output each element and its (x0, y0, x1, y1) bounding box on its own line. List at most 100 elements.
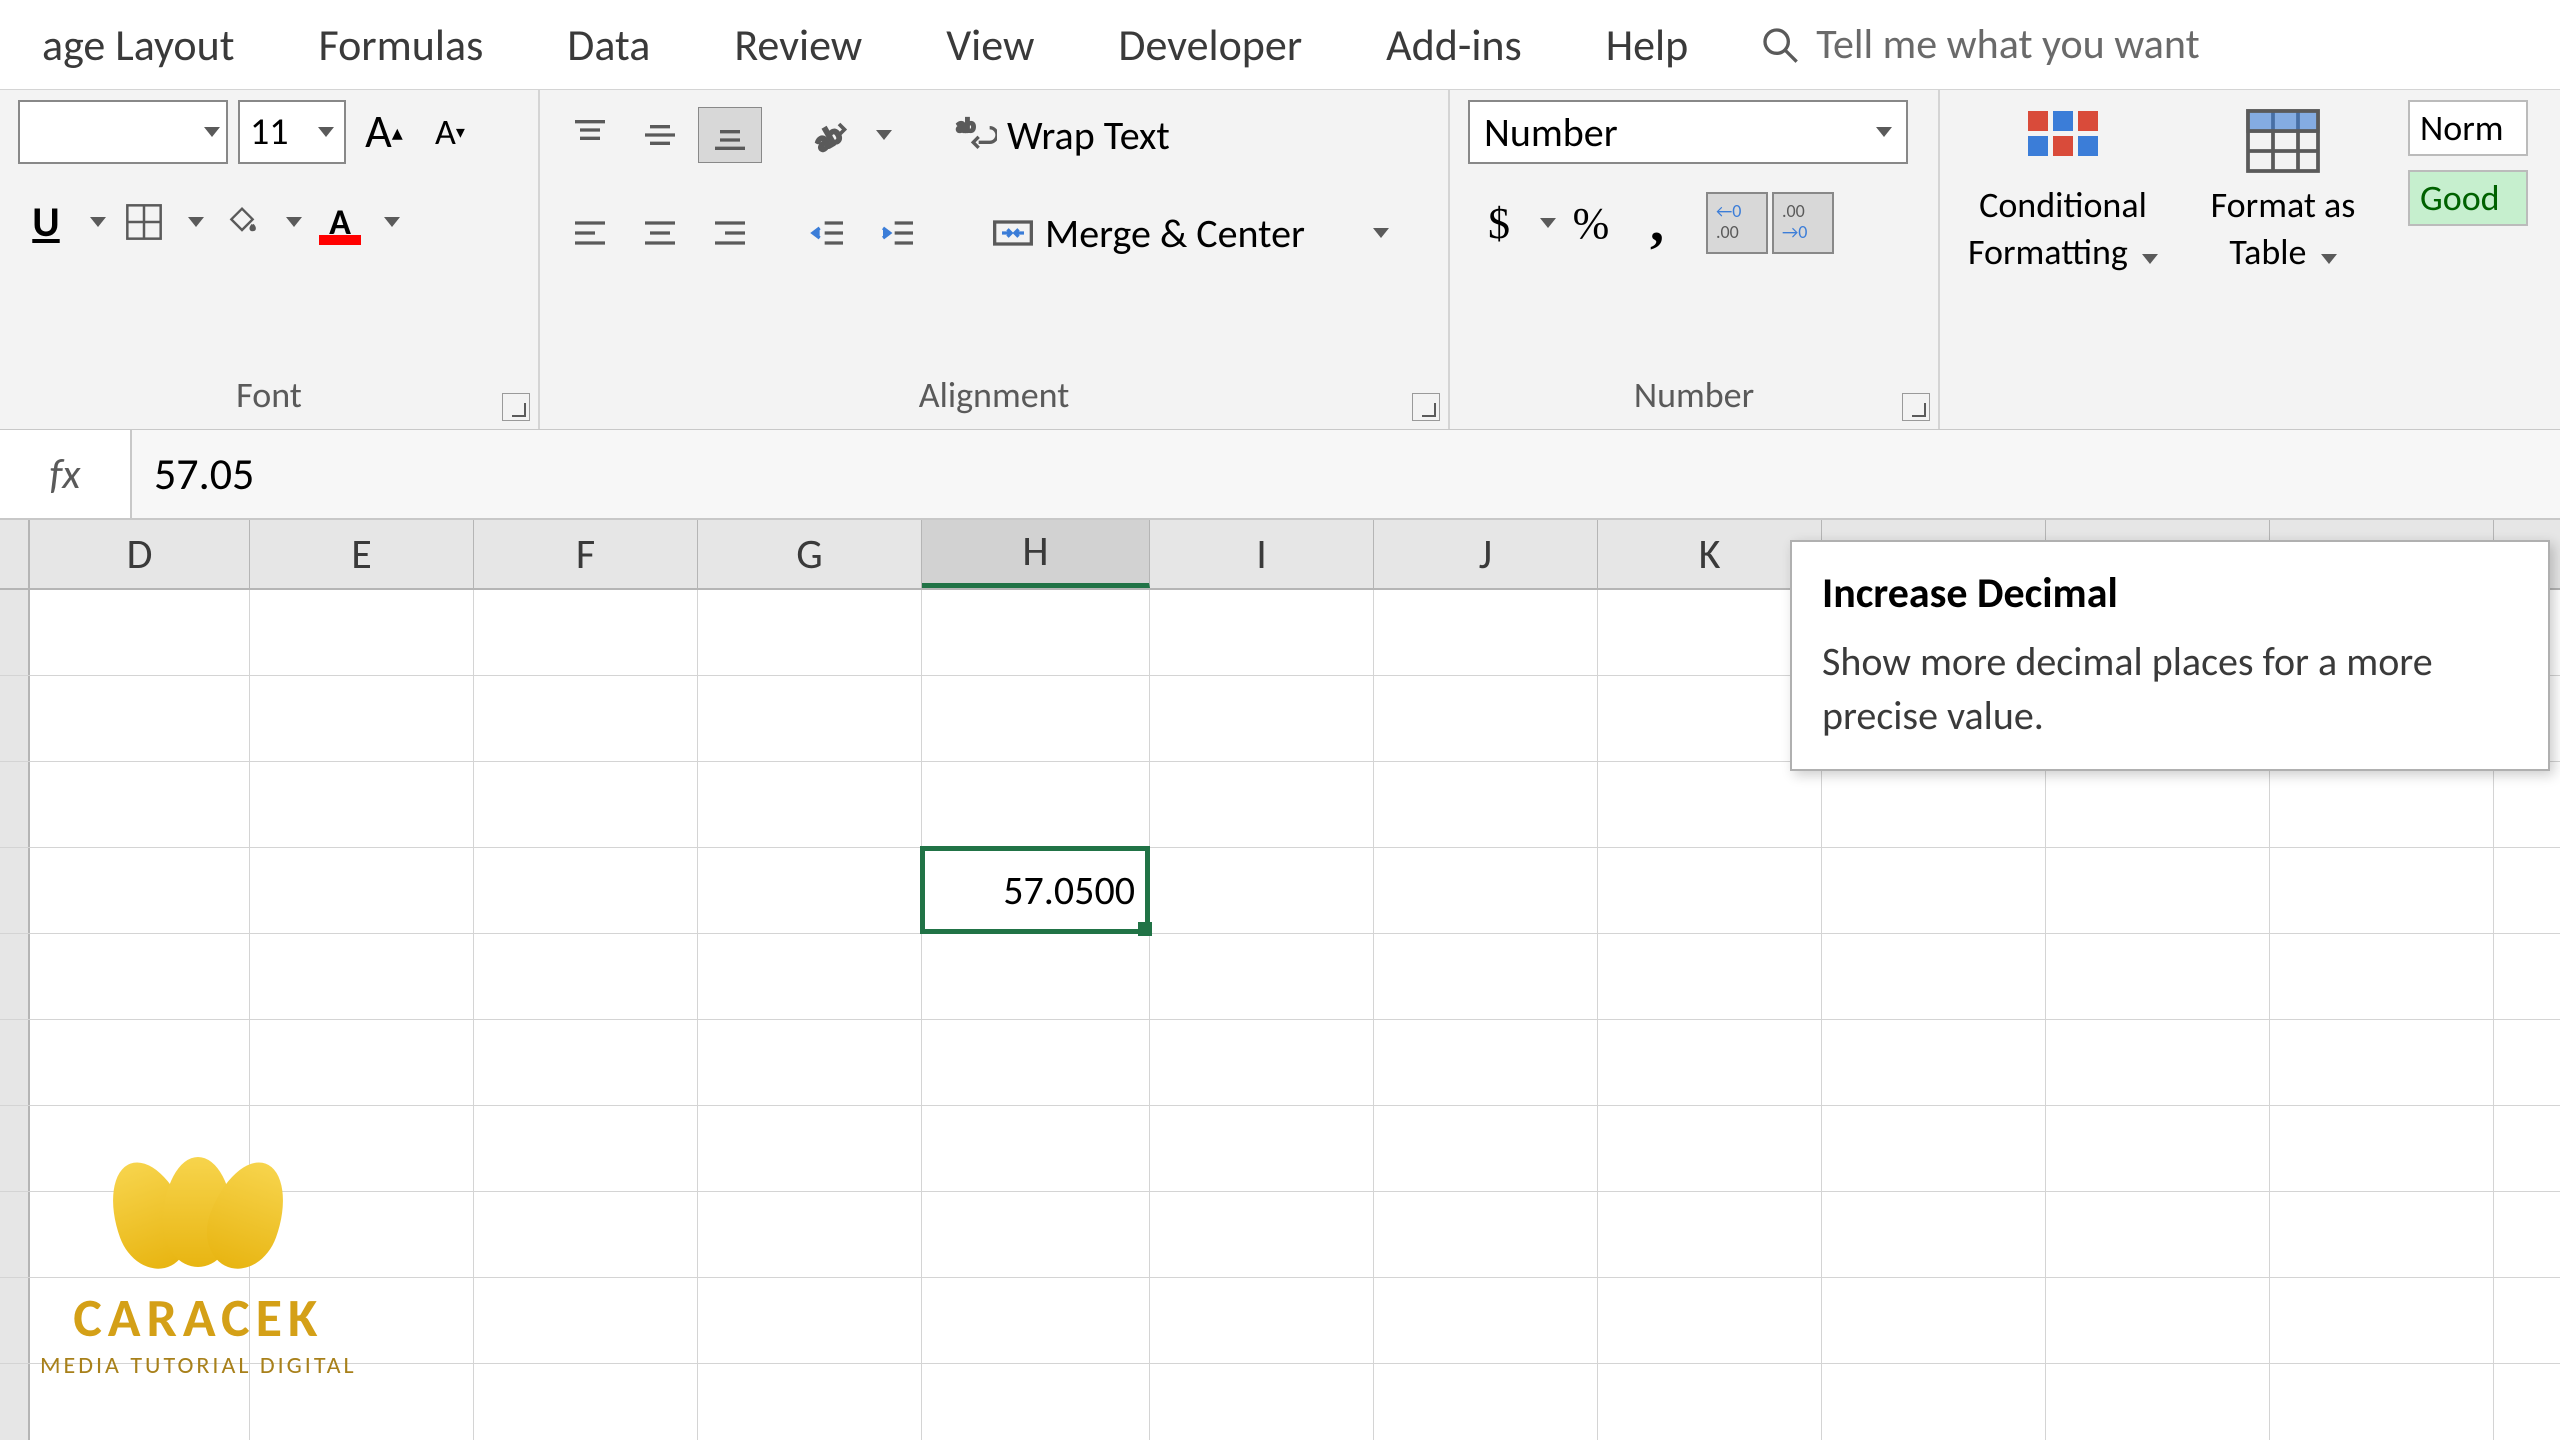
column-header-E[interactable]: E (250, 520, 474, 588)
tab-view[interactable]: View (904, 18, 1076, 72)
cell[interactable] (30, 934, 250, 1019)
selected-cell[interactable]: 57.0500 (920, 846, 1150, 934)
cell[interactable] (1374, 1192, 1598, 1277)
cell[interactable] (922, 1020, 1150, 1105)
number-format-dropdown[interactable]: Number (1468, 100, 1908, 164)
select-all-corner[interactable] (0, 520, 30, 588)
row-header[interactable] (0, 1192, 30, 1277)
cell[interactable] (30, 590, 250, 675)
align-left-button[interactable] (558, 205, 622, 261)
cell[interactable] (250, 1020, 474, 1105)
align-bottom-button[interactable] (698, 107, 762, 163)
cell[interactable] (2270, 762, 2494, 847)
cell[interactable] (1598, 762, 1822, 847)
increase-indent-button[interactable] (866, 205, 930, 261)
row-header[interactable] (0, 934, 30, 1019)
cell[interactable] (2046, 1106, 2270, 1191)
font-name-dropdown[interactable] (18, 100, 228, 164)
cell[interactable] (1374, 1364, 1598, 1440)
cell[interactable] (250, 762, 474, 847)
cell[interactable] (1598, 1278, 1822, 1363)
font-size-input[interactable]: 11 (238, 100, 346, 164)
cell[interactable] (1598, 1364, 1822, 1440)
cell[interactable] (474, 762, 698, 847)
cell[interactable] (1150, 590, 1374, 675)
cell[interactable] (1822, 762, 2046, 847)
align-middle-button[interactable] (628, 107, 692, 163)
cell[interactable] (1150, 1364, 1374, 1440)
cell[interactable] (474, 1364, 698, 1440)
cell[interactable] (1150, 676, 1374, 761)
cell[interactable] (30, 1020, 250, 1105)
cell[interactable] (1374, 1020, 1598, 1105)
cell[interactable] (698, 1106, 922, 1191)
row-header[interactable] (0, 676, 30, 761)
align-top-button[interactable] (558, 107, 622, 163)
decrease-indent-button[interactable] (796, 205, 860, 261)
tab-formulas[interactable]: Formulas (276, 18, 525, 72)
cell[interactable] (1150, 1020, 1374, 1105)
conditional-formatting-button[interactable]: Conditional Formatting (1958, 100, 2168, 276)
orientation-button[interactable]: ab (796, 107, 860, 163)
cell[interactable] (1150, 1106, 1374, 1191)
cell[interactable] (30, 848, 250, 933)
tell-me-search[interactable]: Tell me what you want (1730, 19, 2199, 70)
fx-label[interactable]: fx (0, 430, 132, 518)
cell[interactable] (250, 676, 474, 761)
cell[interactable] (1598, 1192, 1822, 1277)
cell[interactable] (1374, 1106, 1598, 1191)
cell[interactable] (1150, 1192, 1374, 1277)
column-header-K[interactable]: K (1598, 520, 1822, 588)
cell[interactable] (698, 1192, 922, 1277)
align-center-button[interactable] (628, 205, 692, 261)
cell[interactable] (1598, 1106, 1822, 1191)
wrap-text-button[interactable]: ab Wrap Text (942, 100, 1362, 170)
chevron-down-icon[interactable] (188, 217, 204, 227)
cell[interactable] (922, 676, 1150, 761)
cell[interactable] (474, 1278, 698, 1363)
cell[interactable] (1598, 934, 1822, 1019)
cell[interactable] (922, 934, 1150, 1019)
cell[interactable] (474, 676, 698, 761)
tab-help[interactable]: Help (1564, 18, 1731, 72)
tab-page-layout[interactable]: age Layout (0, 18, 276, 72)
cell[interactable] (698, 590, 922, 675)
cell[interactable] (2046, 1020, 2270, 1105)
cell[interactable] (2270, 848, 2494, 933)
cell[interactable] (1822, 1106, 2046, 1191)
column-header-J[interactable]: J (1374, 520, 1598, 588)
cell[interactable] (2270, 1106, 2494, 1191)
cell[interactable] (30, 676, 250, 761)
cell[interactable] (698, 1020, 922, 1105)
cell[interactable] (250, 934, 474, 1019)
row-header[interactable] (0, 590, 30, 675)
cell[interactable] (2270, 1278, 2494, 1363)
tab-developer[interactable]: Developer (1076, 18, 1344, 72)
column-header-D[interactable]: D (30, 520, 250, 588)
cell[interactable] (30, 762, 250, 847)
cell[interactable] (698, 1278, 922, 1363)
cell[interactable] (250, 590, 474, 675)
cell[interactable] (922, 1106, 1150, 1191)
cell[interactable] (698, 848, 922, 933)
cell[interactable] (1822, 1020, 2046, 1105)
cell[interactable] (2046, 1278, 2270, 1363)
row-header[interactable] (0, 1106, 30, 1191)
increase-font-button[interactable]: A▴ (356, 100, 412, 164)
cell[interactable] (2270, 1364, 2494, 1440)
borders-button[interactable] (116, 194, 172, 250)
cell[interactable] (2270, 1192, 2494, 1277)
column-header-G[interactable]: G (698, 520, 922, 588)
cell[interactable] (922, 1364, 1150, 1440)
merge-center-button[interactable]: Merge & Center (980, 198, 1400, 268)
cell[interactable] (1822, 848, 2046, 933)
number-dialog-launcher[interactable] (1902, 393, 1930, 421)
fill-handle[interactable] (1138, 922, 1152, 936)
row-header[interactable] (0, 1020, 30, 1105)
cell[interactable] (1150, 934, 1374, 1019)
cell[interactable] (1822, 1364, 2046, 1440)
cell[interactable] (474, 1020, 698, 1105)
row-header[interactable] (0, 1364, 30, 1440)
cell[interactable] (1822, 1278, 2046, 1363)
cell[interactable] (922, 762, 1150, 847)
